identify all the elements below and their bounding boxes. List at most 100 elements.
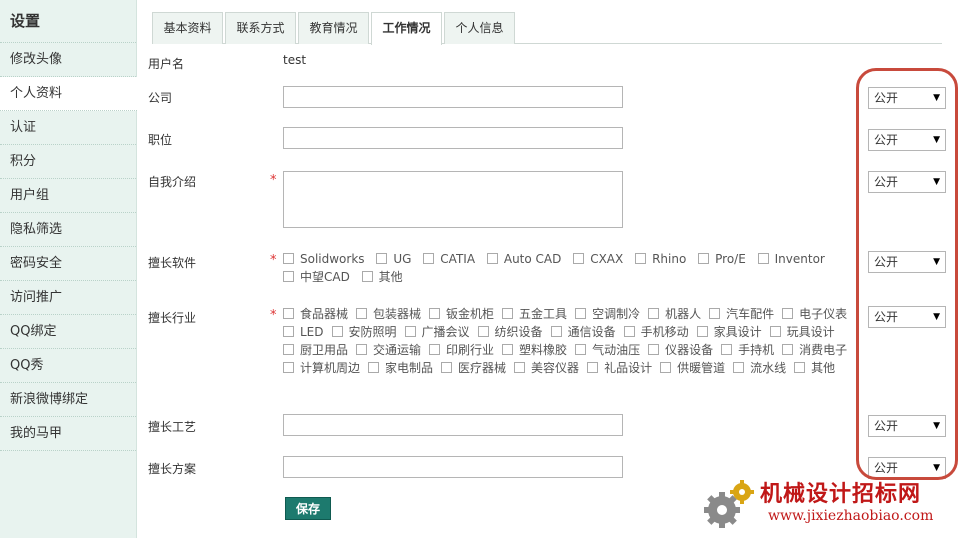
- software-privacy-select[interactable]: 公开 ▼: [868, 251, 946, 273]
- checkbox[interactable]: [404, 326, 416, 337]
- industry-option[interactable]: 安防照明: [331, 323, 397, 341]
- industry-option[interactable]: 机器人: [648, 305, 701, 323]
- industry-option[interactable]: 电子仪表: [782, 305, 847, 323]
- industry-option[interactable]: 医疗器械: [441, 359, 506, 377]
- checkbox[interactable]: [769, 326, 781, 337]
- sidebar-item-profile[interactable]: 个人资料: [0, 77, 137, 111]
- industry-option[interactable]: 广播会议: [404, 323, 470, 341]
- company-privacy-select[interactable]: 公开 ▼: [868, 87, 946, 109]
- industry-option[interactable]: 印刷行业: [429, 341, 494, 359]
- sidebar-item-alias[interactable]: 我的马甲: [0, 417, 136, 451]
- industry-option[interactable]: 仪器设备: [648, 341, 713, 359]
- industry-option[interactable]: 气动油压: [575, 341, 640, 359]
- industry-option[interactable]: 计算机周边: [283, 359, 360, 377]
- industry-option[interactable]: 供暖管道: [660, 359, 725, 377]
- checkbox[interactable]: [429, 308, 441, 319]
- industry-privacy-select[interactable]: 公开 ▼: [868, 306, 946, 328]
- intro-privacy-select[interactable]: 公开 ▼: [868, 171, 946, 193]
- checkbox[interactable]: [356, 308, 368, 319]
- tab-education[interactable]: 教育情况: [298, 12, 369, 44]
- industry-option[interactable]: 汽车配件: [709, 305, 774, 323]
- checkbox[interactable]: [283, 326, 294, 337]
- checkbox[interactable]: [794, 362, 806, 373]
- tab-personal[interactable]: 个人信息: [444, 12, 515, 44]
- checkbox[interactable]: [283, 308, 294, 319]
- checkbox[interactable]: [623, 326, 635, 337]
- checkbox[interactable]: [283, 344, 294, 355]
- industry-option[interactable]: 家电制品: [368, 359, 433, 377]
- checkbox[interactable]: [757, 253, 769, 264]
- industry-option[interactable]: 包装器械: [356, 305, 421, 323]
- checkbox[interactable]: [356, 344, 368, 355]
- checkbox[interactable]: [573, 253, 585, 264]
- checkbox[interactable]: [782, 344, 794, 355]
- software-option[interactable]: UG: [376, 250, 411, 268]
- sidebar-item-qq-bind[interactable]: QQ绑定: [0, 315, 136, 349]
- industry-option[interactable]: 家具设计: [696, 323, 762, 341]
- checkbox[interactable]: [514, 362, 526, 373]
- checkbox[interactable]: [721, 344, 733, 355]
- checkbox[interactable]: [575, 308, 587, 319]
- checkbox[interactable]: [733, 362, 745, 373]
- software-option[interactable]: Rhino: [635, 250, 686, 268]
- checkbox[interactable]: [575, 344, 587, 355]
- industry-option[interactable]: 厨卫用品: [283, 341, 348, 359]
- software-option[interactable]: 中望CAD: [283, 268, 350, 286]
- checkbox[interactable]: [660, 362, 672, 373]
- industry-option[interactable]: 手持机: [721, 341, 774, 359]
- sidebar-item-verify[interactable]: 认证: [0, 111, 136, 145]
- checkbox[interactable]: [502, 308, 514, 319]
- checkbox[interactable]: [587, 362, 599, 373]
- software-option[interactable]: Solidworks: [283, 250, 365, 268]
- checkbox[interactable]: [361, 271, 373, 282]
- tab-basic[interactable]: 基本资料: [152, 12, 223, 44]
- sidebar-item-password[interactable]: 密码安全: [0, 247, 136, 281]
- software-option[interactable]: CATIA: [423, 250, 475, 268]
- craft-input[interactable]: [283, 414, 623, 436]
- checkbox[interactable]: [441, 362, 453, 373]
- checkbox[interactable]: [423, 253, 435, 264]
- industry-option[interactable]: LED: [283, 323, 324, 341]
- checkbox[interactable]: [698, 253, 710, 264]
- industry-option[interactable]: 五金工具: [502, 305, 567, 323]
- checkbox[interactable]: [550, 326, 562, 337]
- checkbox[interactable]: [477, 326, 489, 337]
- checkbox[interactable]: [502, 344, 514, 355]
- industry-option[interactable]: 交通运输: [356, 341, 421, 359]
- checkbox[interactable]: [331, 326, 343, 337]
- checkbox[interactable]: [283, 253, 294, 264]
- industry-option[interactable]: 其他: [794, 359, 835, 377]
- checkbox[interactable]: [696, 326, 708, 337]
- company-input[interactable]: [283, 86, 623, 108]
- software-option[interactable]: Auto CAD: [486, 250, 561, 268]
- software-option[interactable]: 其他: [361, 268, 403, 286]
- industry-option[interactable]: 礼品设计: [587, 359, 652, 377]
- checkbox[interactable]: [376, 253, 388, 264]
- software-option[interactable]: CXAX: [573, 250, 623, 268]
- industry-option[interactable]: 通信设备: [550, 323, 616, 341]
- checkbox[interactable]: [648, 308, 660, 319]
- industry-option[interactable]: 食品器械: [283, 305, 348, 323]
- industry-option[interactable]: 钣金机柜: [429, 305, 494, 323]
- checkbox[interactable]: [486, 253, 498, 264]
- position-input[interactable]: [283, 127, 623, 149]
- software-option[interactable]: Inventor: [757, 250, 825, 268]
- checkbox[interactable]: [283, 362, 294, 373]
- craft-privacy-select[interactable]: 公开 ▼: [868, 415, 946, 437]
- checkbox[interactable]: [283, 271, 294, 282]
- industry-option[interactable]: 流水线: [733, 359, 786, 377]
- save-button[interactable]: 保存: [285, 497, 331, 520]
- software-option[interactable]: Pro/E: [698, 250, 746, 268]
- intro-textarea[interactable]: [283, 171, 623, 228]
- checkbox[interactable]: [635, 253, 647, 264]
- position-privacy-select[interactable]: 公开 ▼: [868, 129, 946, 151]
- checkbox[interactable]: [648, 344, 660, 355]
- industry-option[interactable]: 空调制冷: [575, 305, 640, 323]
- industry-option[interactable]: 美容仪器: [514, 359, 579, 377]
- checkbox[interactable]: [709, 308, 721, 319]
- sidebar-item-promotion[interactable]: 访问推广: [0, 281, 136, 315]
- sidebar-item-privacy[interactable]: 隐私筛选: [0, 213, 136, 247]
- industry-option[interactable]: 玩具设计: [769, 323, 835, 341]
- plan-input[interactable]: [283, 456, 623, 478]
- sidebar-item-usergroup[interactable]: 用户组: [0, 179, 136, 213]
